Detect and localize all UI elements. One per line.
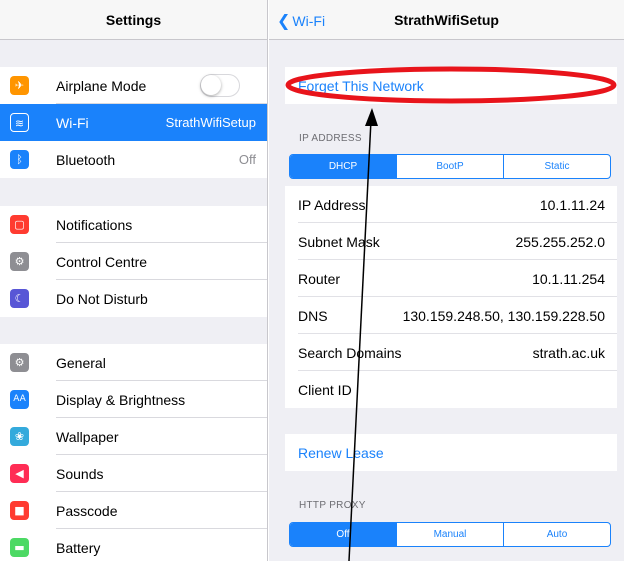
sidebar-item-notifications[interactable]: ▢ Notifications bbox=[0, 206, 267, 243]
segment-dhcp[interactable]: DHCP bbox=[290, 155, 396, 178]
dns-row[interactable]: DNS 130.159.248.50, 130.159.228.50 bbox=[285, 297, 617, 334]
sidebar-item-bluetooth[interactable]: ᛒ Bluetooth Off bbox=[0, 141, 267, 178]
wifi-icon: ≋ bbox=[10, 113, 29, 132]
text-size-icon: AA bbox=[10, 390, 29, 409]
sidebar-item-label: Notifications bbox=[56, 217, 133, 233]
chevron-left-icon: ❮ bbox=[277, 13, 291, 30]
lock-icon: ■ bbox=[10, 501, 29, 520]
sidebar-item-display-brightness[interactable]: AA Display & Brightness bbox=[0, 381, 267, 418]
row-key: IP Address bbox=[298, 197, 366, 213]
airplane-icon: ✈ bbox=[10, 76, 29, 95]
sidebar-item-value: StrathWifiSetup bbox=[165, 115, 256, 130]
bluetooth-icon: ᛒ bbox=[10, 150, 29, 169]
sidebar-item-value: Off bbox=[238, 152, 256, 167]
settings-sidebar: Settings ✈ Airplane Mode ≋ Wi-Fi StrathW… bbox=[0, 0, 268, 561]
ip-address-row: IP Address 10.1.11.24 bbox=[285, 186, 617, 223]
sidebar-item-label: Passcode bbox=[56, 503, 118, 519]
subnet-mask-row: Subnet Mask 255.255.252.0 bbox=[285, 223, 617, 260]
sidebar-item-label: Wallpaper bbox=[56, 429, 119, 445]
row-value: 130.159.248.50, 130.159.228.50 bbox=[402, 308, 605, 324]
router-row: Router 10.1.11.254 bbox=[285, 260, 617, 297]
gear-icon: ⚙ bbox=[10, 353, 29, 372]
wifi-nav-bar: ❮ Wi-Fi StrathWifiSetup bbox=[269, 0, 624, 40]
segment-off[interactable]: Off bbox=[290, 523, 396, 546]
row-key: Subnet Mask bbox=[298, 234, 380, 250]
row-key: Client ID bbox=[298, 382, 352, 398]
settings-nav-bar: Settings bbox=[0, 0, 267, 40]
forget-network-label: Forget This Network bbox=[298, 78, 424, 94]
settings-title: Settings bbox=[105, 12, 162, 28]
renew-lease-label: Renew Lease bbox=[298, 445, 384, 461]
sidebar-item-label: Do Not Disturb bbox=[56, 291, 148, 307]
sidebar-item-label: Sounds bbox=[56, 466, 104, 482]
wallpaper-icon: ❀ bbox=[10, 427, 29, 446]
row-value: 10.1.11.254 bbox=[532, 271, 605, 287]
toggle-knob bbox=[201, 75, 221, 95]
row-key: DNS bbox=[298, 308, 328, 324]
http-proxy-section-header: HTTP PROXY bbox=[299, 500, 366, 511]
row-value: 10.1.11.24 bbox=[539, 197, 605, 213]
proxy-mode-segmented-control: Off Manual Auto bbox=[289, 522, 611, 547]
sidebar-item-wifi[interactable]: ≋ Wi-Fi StrathWifiSetup bbox=[0, 104, 267, 141]
sidebar-item-airplane-mode[interactable]: ✈ Airplane Mode bbox=[0, 67, 267, 104]
segment-bootp[interactable]: BootP bbox=[396, 155, 503, 178]
sidebar-item-label: Bluetooth bbox=[56, 152, 116, 168]
control-centre-icon: ⚙ bbox=[10, 252, 29, 271]
moon-icon: ☾ bbox=[10, 289, 29, 308]
row-key: Search Domains bbox=[298, 345, 402, 361]
speaker-icon: ◀ bbox=[10, 464, 29, 483]
sidebar-item-wallpaper[interactable]: ❀ Wallpaper bbox=[0, 418, 267, 455]
client-id-row[interactable]: Client ID bbox=[285, 371, 617, 408]
sidebar-item-label: Display & Brightness bbox=[56, 392, 186, 408]
notifications-icon: ▢ bbox=[10, 215, 29, 234]
sidebar-item-general[interactable]: ⚙ General bbox=[0, 344, 267, 381]
segment-manual[interactable]: Manual bbox=[396, 523, 503, 546]
renew-lease-button[interactable]: Renew Lease bbox=[285, 434, 617, 471]
sidebar-item-do-not-disturb[interactable]: ☾ Do Not Disturb bbox=[0, 280, 267, 317]
sidebar-item-label: Battery bbox=[56, 540, 101, 556]
sidebar-item-control-centre[interactable]: ⚙ Control Centre bbox=[0, 243, 267, 280]
row-key: Router bbox=[298, 271, 341, 287]
sidebar-item-passcode[interactable]: ■ Passcode bbox=[0, 492, 267, 529]
sidebar-item-label: General bbox=[56, 355, 106, 371]
ip-mode-segmented-control: DHCP BootP Static bbox=[289, 154, 611, 179]
sidebar-item-label: Airplane Mode bbox=[56, 78, 147, 94]
sidebar-item-label: Control Centre bbox=[56, 254, 148, 270]
sidebar-item-battery[interactable]: ▬ Battery bbox=[0, 529, 267, 561]
forget-network-button[interactable]: Forget This Network bbox=[285, 67, 617, 104]
segment-auto[interactable]: Auto bbox=[503, 523, 610, 546]
row-value: strath.ac.uk bbox=[532, 345, 605, 361]
segment-static[interactable]: Static bbox=[503, 155, 610, 178]
sidebar-item-label: Wi-Fi bbox=[56, 115, 89, 131]
sidebar-item-sounds[interactable]: ◀ Sounds bbox=[0, 455, 267, 492]
row-value: 255.255.252.0 bbox=[515, 234, 605, 250]
battery-icon: ▬ bbox=[10, 538, 29, 557]
search-domains-row[interactable]: Search Domains strath.ac.uk bbox=[285, 334, 617, 371]
airplane-mode-toggle[interactable] bbox=[200, 74, 240, 97]
ip-address-section-header: IP ADDRESS bbox=[299, 133, 362, 144]
wifi-detail-pane: ❮ Wi-Fi StrathWifiSetup Forget This Netwo… bbox=[269, 0, 624, 561]
network-title: StrathWifiSetup bbox=[394, 12, 499, 28]
